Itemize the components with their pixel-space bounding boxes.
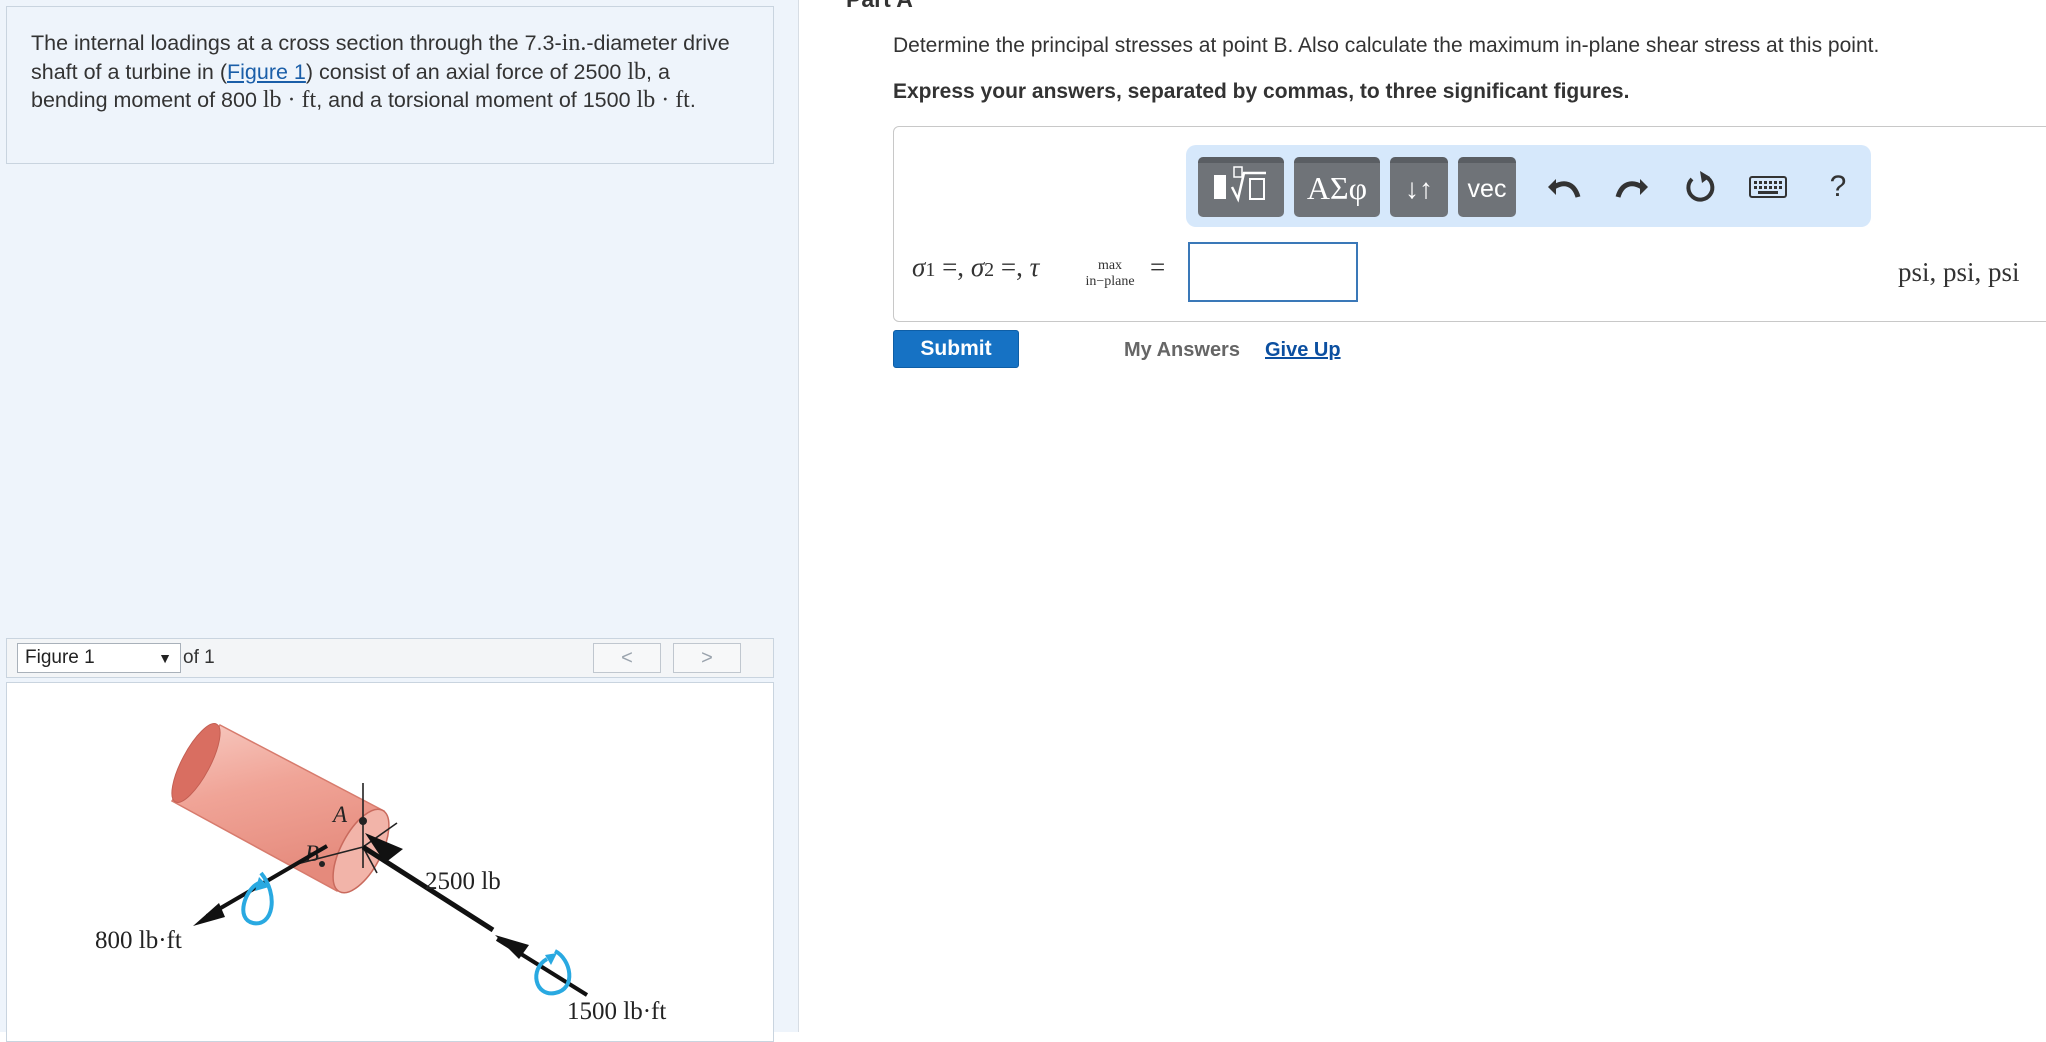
next-figure-button[interactable]: > <box>673 643 741 673</box>
left-pane: The internal loadings at a cross section… <box>0 0 799 1042</box>
answer-formula: σ1 =, σ2 =, τ <box>912 252 1039 283</box>
tau-subscript-inplane: in−plane <box>1085 274 1135 289</box>
figure-panel: A B 2500 lb 800 lb·ft <box>6 682 774 1042</box>
prev-figure-button[interactable]: < <box>593 643 661 673</box>
give-up-link[interactable]: Give Up <box>1265 339 1341 362</box>
templates-button[interactable] <box>1198 157 1284 217</box>
figure-toolbar: Figure 1 ▼ of 1 < > <box>6 638 774 678</box>
shaft-figure: A B 2500 lb 800 lb·ft <box>95 723 666 1025</box>
equals-sign: = <box>1150 252 1166 282</box>
my-answers-link[interactable]: My Answers <box>1124 339 1240 362</box>
sigma2-subscript: 2 <box>984 259 995 281</box>
label-a: A <box>331 802 348 827</box>
unit-lbft: lb · ft <box>262 87 317 113</box>
tau-subscript-max: max <box>1097 258 1123 273</box>
undo-icon[interactable] <box>1542 167 1586 207</box>
figure-link[interactable]: Figure 1 <box>227 60 306 84</box>
answer-units: psi, psi, psi <box>1898 257 2020 287</box>
problem-text: . <box>689 88 696 112</box>
answer-input[interactable] <box>1188 242 1358 302</box>
tau-symbol: τ <box>1029 252 1040 282</box>
vector-button[interactable]: vec <box>1458 157 1516 217</box>
greek-symbols-button[interactable]: ΑΣφ <box>1294 157 1380 217</box>
part-title: Part A <box>846 0 913 13</box>
figure-select-value: Figure 1 <box>25 647 95 668</box>
question-text: Determine the principal stresses at poin… <box>893 34 1880 57</box>
keyboard-icon[interactable] <box>1746 167 1790 207</box>
sigma1-symbol: σ <box>912 252 926 282</box>
problem-text: The internal loadings at a cross section… <box>31 31 562 55</box>
reset-icon[interactable] <box>1678 167 1722 207</box>
torsion-moment-arrow <box>495 935 589 997</box>
bending-moment-label: 800 lb·ft <box>95 927 182 954</box>
axial-force-label: 2500 lb <box>425 868 501 895</box>
figure-select[interactable]: Figure 1 ▼ <box>17 643 181 673</box>
unit-in: in. <box>561 30 587 56</box>
sigma1-subscript: 1 <box>925 259 936 281</box>
problem-text: ) consist of an axial force of 2500 <box>305 59 628 84</box>
separator: =, <box>935 252 971 282</box>
templates-icon <box>1214 166 1266 203</box>
tau-subscript: max in−plane <box>1080 258 1140 290</box>
unit-lbft: lb · ft <box>636 87 690 113</box>
answer-instructions: Express your answers, separated by comma… <box>893 80 1630 103</box>
redo-icon[interactable] <box>1610 167 1654 207</box>
point-a-marker <box>359 817 367 825</box>
subscript-superscript-button[interactable]: ↓↑ <box>1390 157 1448 217</box>
problem-text: , and a torsional moment of 1500 <box>316 88 637 112</box>
figure-count: of 1 <box>183 647 215 668</box>
torsion-moment-label: 1500 lb·ft <box>567 998 666 1025</box>
unit-lb: lb <box>627 58 647 85</box>
bending-moment-arrow <box>193 844 329 926</box>
math-toolbar: ΑΣφ ↓↑ vec ? <box>1186 145 1871 227</box>
separator: =, <box>994 252 1030 282</box>
submit-button[interactable]: Submit <box>893 330 1019 368</box>
help-button[interactable]: ? <box>1816 167 1860 207</box>
point-b-marker <box>319 861 325 867</box>
dropdown-caret-icon: ▼ <box>158 650 172 666</box>
problem-statement: The internal loadings at a cross section… <box>6 6 774 164</box>
sigma2-symbol: σ <box>970 252 985 282</box>
